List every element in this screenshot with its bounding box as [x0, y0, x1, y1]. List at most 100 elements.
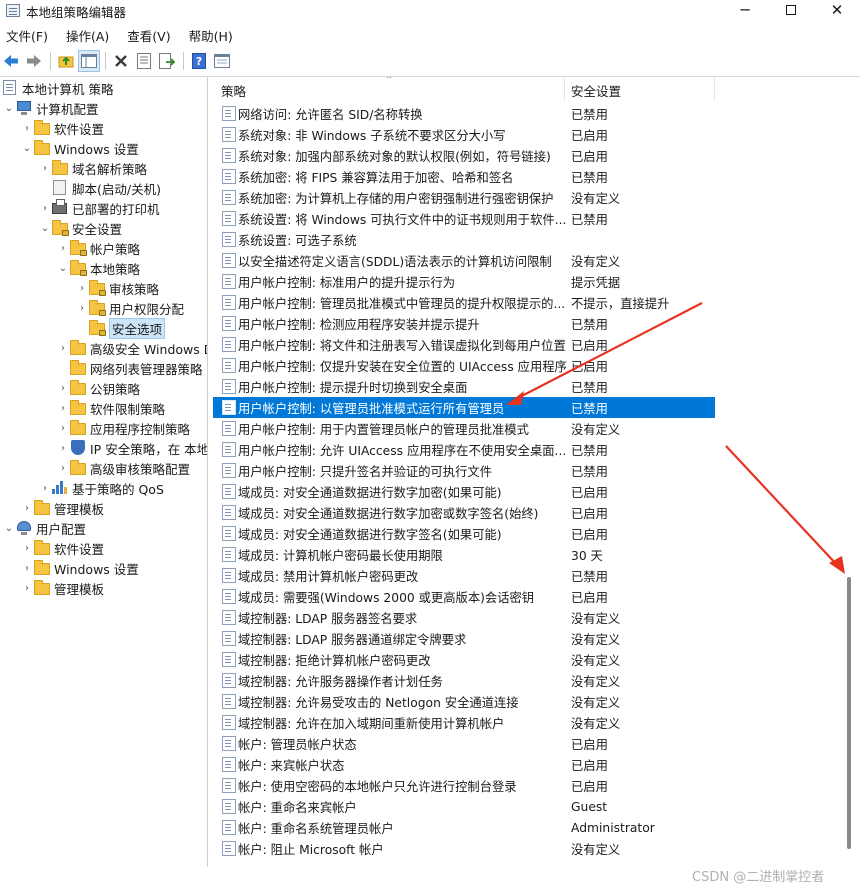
tree-item-app-control[interactable]: › 应用程序控制策略	[56, 418, 190, 438]
tree-item-account-policies[interactable]: › 帐户策略	[56, 238, 140, 258]
tree-item-local-policy[interactable]: 本地计算机 策略	[2, 78, 113, 98]
table-row[interactable]: 域成员: 需要强(Windows 2000 或更高版本)会话密钥 已启用	[213, 586, 715, 607]
chevron-right-icon[interactable]: ›	[56, 418, 70, 438]
properties-button[interactable]	[133, 50, 155, 72]
chevron-right-icon[interactable]: ›	[56, 338, 70, 358]
chevron-right-icon[interactable]: ›	[20, 538, 34, 558]
table-row[interactable]: 域成员: 对安全通道数据进行数字加密或数字签名(始终) 已启用	[213, 502, 715, 523]
tree-item-scripts[interactable]: 脚本(启动/关机)	[52, 178, 161, 198]
tree-item-name-resolution-policy[interactable]: › 域名解析策略	[38, 158, 147, 178]
maximize-button[interactable]	[768, 0, 814, 20]
table-row[interactable]: 域控制器: LDAP 服务器通道绑定令牌要求 没有定义	[213, 628, 715, 649]
chevron-down-icon[interactable]: ⌄	[20, 138, 34, 158]
chevron-right-icon[interactable]: ›	[56, 438, 70, 458]
tree-item-user-config[interactable]: ⌄ 用户配置	[2, 518, 86, 538]
chevron-down-icon[interactable]: ⌄	[56, 258, 70, 278]
tree-item-public-key[interactable]: › 公钥策略	[56, 378, 140, 398]
chevron-right-icon[interactable]: ›	[75, 298, 89, 318]
chevron-down-icon[interactable]: ⌄	[38, 218, 52, 238]
table-row[interactable]: 系统对象: 加强内部系统对象的默认权限(例如，符号链接) 已启用	[213, 145, 715, 166]
table-row[interactable]: 用户帐户控制: 将文件和注册表写入错误虚拟化到每用户位置 已启用	[213, 334, 715, 355]
chevron-right-icon[interactable]: ›	[20, 498, 34, 518]
tree-item-user-windows-settings[interactable]: › Windows 设置	[20, 558, 139, 578]
tree-item-advanced-audit[interactable]: › 高级审核策略配置	[56, 458, 190, 478]
tree-item-user-software-settings[interactable]: › 软件设置	[20, 538, 104, 558]
tree-item-local-policies[interactable]: ⌄ 本地策略	[56, 258, 140, 278]
table-row[interactable]: 域成员: 对安全通道数据进行数字加密(如果可能) 已启用	[213, 481, 715, 502]
tree-item-network-list[interactable]: 网络列表管理器策略	[70, 358, 203, 378]
menu-view[interactable]: 查看(V)	[123, 26, 176, 45]
table-row[interactable]: 帐户: 来宾帐户状态 已启用	[213, 754, 715, 775]
table-row[interactable]: 用户帐户控制: 检测应用程序安装并提示提升 已禁用	[213, 313, 715, 334]
chevron-right-icon[interactable]: ›	[20, 578, 34, 598]
table-row[interactable]: 系统加密: 将 FIPS 兼容算法用于加密、哈希和签名 已禁用	[213, 166, 715, 187]
table-row[interactable]: 帐户: 使用空密码的本地帐户只允许进行控制台登录 已启用	[213, 775, 715, 796]
column-header-setting[interactable]: 安全设置	[571, 77, 621, 103]
chevron-right-icon[interactable]: ›	[56, 398, 70, 418]
tree-item-deployed-printers[interactable]: › 已部署的打印机	[38, 198, 160, 218]
menu-file[interactable]: 文件(F)	[2, 26, 54, 45]
menu-action[interactable]: 操作(A)	[62, 26, 115, 45]
table-row[interactable]: 系统设置: 将 Windows 可执行文件中的证书规则用于软件... 已禁用	[213, 208, 715, 229]
chevron-right-icon[interactable]: ›	[20, 558, 34, 578]
table-row[interactable]: 以安全描述符定义语言(SDDL)语法表示的计算机访问限制 没有定义	[213, 250, 715, 271]
tree-item-windows-settings[interactable]: ⌄ Windows 设置	[20, 138, 139, 158]
table-row[interactable]: 域成员: 计算机帐户密码最长使用期限 30 天	[213, 544, 715, 565]
column-divider[interactable]	[564, 77, 565, 101]
tree-item-audit-policy[interactable]: › 审核策略	[75, 278, 159, 298]
chevron-down-icon[interactable]: ⌄	[2, 518, 16, 538]
tree-item-software-settings[interactable]: › 软件设置	[20, 118, 104, 138]
back-button[interactable]	[0, 50, 22, 72]
table-row[interactable]: 系统加密: 为计算机上存储的用户密钥强制进行强密钥保护 没有定义	[213, 187, 715, 208]
table-row[interactable]: 帐户: 管理员帐户状态 已启用	[213, 733, 715, 754]
tree-item-security-options[interactable]: 安全选项	[89, 317, 166, 339]
column-divider[interactable]	[714, 77, 715, 101]
column-header-policy[interactable]: 策略	[221, 77, 246, 103]
view-button[interactable]	[211, 50, 233, 72]
table-row[interactable]: 域控制器: 允许服务器操作者计划任务 没有定义	[213, 670, 715, 691]
show-hide-tree-button[interactable]	[78, 50, 100, 72]
table-row[interactable]: 网络访问: 允许匿名 SID/名称转换 已禁用	[213, 103, 715, 124]
table-row[interactable]: 用户帐户控制: 用于内置管理员帐户的管理员批准模式 没有定义	[213, 418, 715, 439]
tree-item-user-rights[interactable]: › 用户权限分配	[75, 298, 184, 318]
table-row[interactable]: 系统对象: 非 Windows 子系统不要求区分大小写 已启用	[213, 124, 715, 145]
table-row[interactable]: 域成员: 禁用计算机帐户密码更改 已禁用	[213, 565, 715, 586]
chevron-right-icon[interactable]: ›	[20, 118, 34, 138]
table-row[interactable]: 用户帐户控制: 提示提升时切换到安全桌面 已禁用	[213, 376, 715, 397]
chevron-right-icon[interactable]: ›	[75, 278, 89, 298]
table-row[interactable]: 域控制器: 允许易受攻击的 Netlogon 安全通道连接 没有定义	[213, 691, 715, 712]
tree-item-user-admin-templates[interactable]: › 管理模板	[20, 578, 104, 598]
table-row[interactable]: 域控制器: 拒绝计算机帐户密码更改 没有定义	[213, 649, 715, 670]
tree-item-windows-firewall[interactable]: › 高级安全 Windows D	[56, 338, 207, 358]
table-row[interactable]: 系统设置: 可选子系统	[213, 229, 715, 250]
table-row[interactable]: 域控制器: 允许在加入域期间重新使用计算机帐户 没有定义	[213, 712, 715, 733]
tree-item-security-settings[interactable]: ⌄ 安全设置	[38, 218, 122, 238]
tree-item-software-restriction[interactable]: › 软件限制策略	[56, 398, 165, 418]
minimize-button[interactable]: ─	[722, 0, 768, 20]
help-button[interactable]: ?	[188, 50, 210, 72]
table-row[interactable]: 用户帐户控制: 仅提升安装在安全位置的 UIAccess 应用程序 已启用	[213, 355, 715, 376]
export-button[interactable]	[156, 50, 178, 72]
chevron-right-icon[interactable]: ›	[38, 198, 52, 218]
table-row[interactable]: 域成员: 对安全通道数据进行数字签名(如果可能) 已启用	[213, 523, 715, 544]
up-folder-button[interactable]	[55, 50, 77, 72]
forward-button[interactable]	[23, 50, 45, 72]
chevron-right-icon[interactable]: ›	[38, 158, 52, 178]
chevron-right-icon[interactable]: ›	[56, 458, 70, 478]
table-row[interactable]: 用户帐户控制: 只提升签名并验证的可执行文件 已禁用	[213, 460, 715, 481]
tree-item-qos[interactable]: › 基于策略的 QoS	[38, 478, 164, 498]
table-row[interactable]: 用户帐户控制: 允许 UIAccess 应用程序在不使用安全桌面... 已禁用	[213, 439, 715, 460]
menu-help[interactable]: 帮助(H)	[185, 26, 239, 45]
vertical-scrollbar[interactable]	[847, 577, 851, 849]
table-row[interactable]: 域控制器: LDAP 服务器签名要求 没有定义	[213, 607, 715, 628]
chevron-right-icon[interactable]: ›	[38, 478, 52, 498]
table-row[interactable]: 帐户: 重命名系统管理员帐户 Administrator	[213, 817, 715, 838]
delete-button[interactable]	[110, 50, 132, 72]
tree-item-admin-templates[interactable]: › 管理模板	[20, 498, 104, 518]
chevron-right-icon[interactable]: ›	[56, 238, 70, 258]
table-row[interactable]: 帐户: 重命名来宾帐户 Guest	[213, 796, 715, 817]
table-row[interactable]: 用户帐户控制: 管理员批准模式中管理员的提升权限提示的... 不提示，直接提升	[213, 292, 715, 313]
close-button[interactable]: ✕	[814, 0, 860, 20]
tree-item-ip-security[interactable]: › IP 安全策略，在 本地	[56, 438, 207, 458]
table-row[interactable]: 帐户: 阻止 Microsoft 帐户 没有定义	[213, 838, 715, 859]
